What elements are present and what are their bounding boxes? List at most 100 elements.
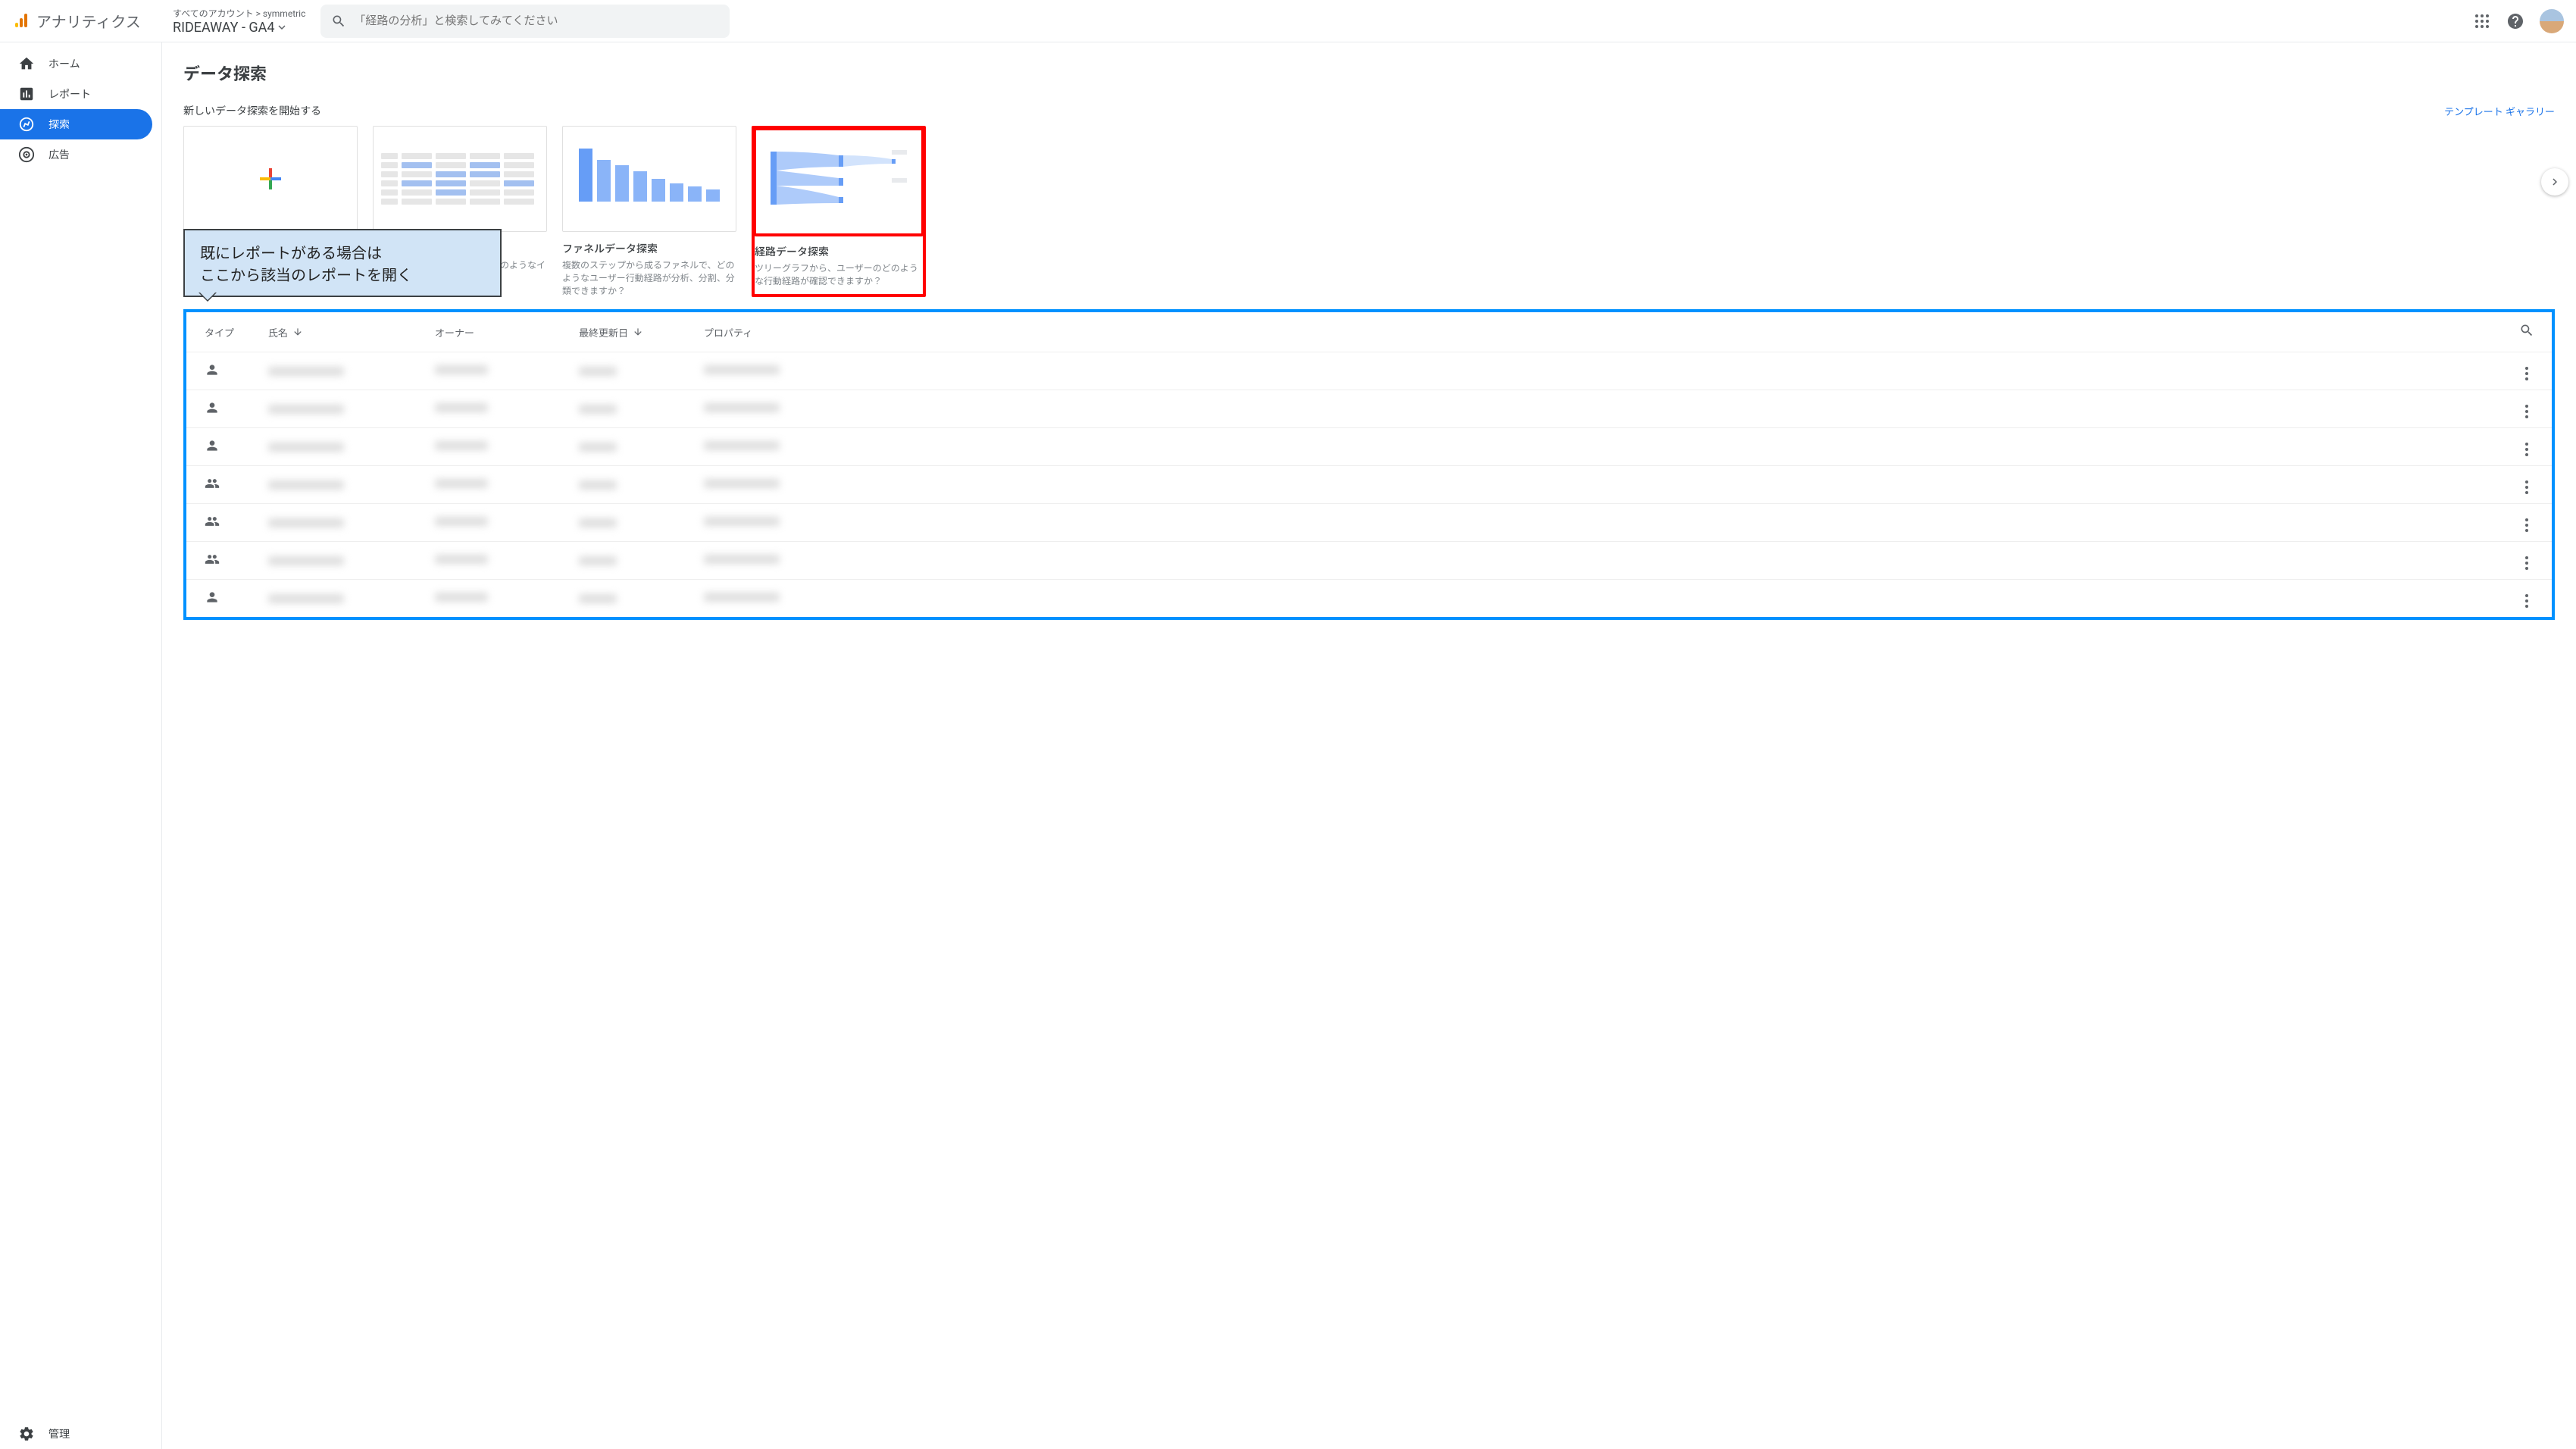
product-name: アナリティクス: [36, 10, 141, 32]
arrow-down-icon: [292, 327, 303, 337]
gear-icon: [18, 1426, 35, 1442]
people-icon: [205, 514, 220, 529]
nav-list: ホームレポート探索広告: [0, 49, 161, 170]
card-funnel[interactable]: ファネルデータ探索 複数のステップから成るファネルで、どのようなユーザー行動経路…: [562, 126, 736, 297]
th-owner: オーナー: [435, 325, 579, 340]
people-icon: [205, 476, 220, 491]
row-menu-button[interactable]: [2508, 513, 2546, 532]
table-row[interactable]: [186, 465, 2552, 503]
nav-admin[interactable]: 管理: [0, 1419, 152, 1449]
main-content: データ探索 新しいデータ探索を開始する テンプレート ギャラリー: [162, 42, 2576, 1449]
person-icon: [205, 400, 220, 415]
reports-icon: [18, 86, 35, 102]
nav-item-reports[interactable]: レポート: [0, 79, 152, 109]
search-bar[interactable]: [320, 5, 730, 38]
row-menu-button[interactable]: [2508, 475, 2546, 494]
cell-type: [192, 362, 268, 380]
person-icon: [205, 590, 220, 605]
table-row[interactable]: [186, 541, 2552, 579]
arrow-down-icon: [633, 327, 643, 337]
row-menu-button[interactable]: [2508, 589, 2546, 608]
home-icon: [18, 55, 35, 72]
cell-name: [268, 518, 435, 527]
cell-updated: [579, 405, 704, 414]
sidebar-footer: 管理: [0, 1419, 161, 1449]
cell-type: [192, 400, 268, 418]
nav-label: レポート: [48, 86, 91, 102]
template-gallery-link[interactable]: テンプレート ギャラリー: [2444, 104, 2555, 118]
app-body: ホームレポート探索広告 管理 データ探索 新しいデータ探索を開始する テンプレー…: [0, 42, 2576, 1449]
sankey-icon: [755, 136, 922, 227]
row-menu-button[interactable]: [2508, 437, 2546, 456]
cell-updated: [579, 518, 704, 527]
th-search[interactable]: [2508, 323, 2546, 341]
chevron-right-icon: [2548, 175, 2562, 189]
callout-line2: ここから該当のレポートを開く: [200, 263, 485, 285]
cell-updated: [579, 443, 704, 452]
cell-owner: [435, 555, 579, 567]
card-path-desc: ツリーグラフから、ユーザーのどのような行動経路が確認できますか？: [755, 262, 923, 288]
nav-admin-label: 管理: [48, 1426, 70, 1441]
cell-type: [192, 476, 268, 494]
more-vert-icon: [2525, 518, 2528, 532]
cell-name: [268, 480, 435, 490]
more-vert-icon: [2525, 367, 2528, 380]
plus-icon: [257, 165, 284, 192]
cell-name: [268, 405, 435, 414]
row-menu-button[interactable]: [2508, 399, 2546, 418]
nav-label: 探索: [48, 117, 70, 132]
chevron-down-icon: [278, 23, 286, 31]
app-header: アナリティクス すべてのアカウント > symmetric RIDEAWAY -…: [0, 0, 2576, 42]
nav-item-home[interactable]: ホーム: [0, 49, 152, 79]
table-row[interactable]: [186, 390, 2552, 427]
cell-owner: [435, 517, 579, 529]
th-updated-text: 最終更新日: [579, 325, 628, 340]
row-menu-button[interactable]: [2508, 551, 2546, 570]
table-row[interactable]: [186, 352, 2552, 390]
cell-type: [192, 438, 268, 456]
user-avatar[interactable]: [2540, 9, 2564, 33]
account-name[interactable]: RIDEAWAY - GA4: [173, 20, 305, 36]
table-body: [186, 352, 2552, 617]
template-cards: 自由形式 カスタムのグラフや表から、どのようなインサイトが得られますか？: [183, 126, 2555, 297]
card-blank-preview: [183, 126, 358, 232]
apps-icon[interactable]: [2473, 12, 2491, 30]
account-breadcrumb: すべてのアカウント > symmetric: [173, 7, 305, 20]
th-name-text: 氏名: [268, 325, 288, 340]
search-icon: [331, 14, 346, 29]
cell-owner: [435, 593, 579, 605]
card-funnel-desc: 複数のステップから成るファネルで、どのようなユーザー行動経路が分析、分割、分類で…: [562, 259, 736, 297]
cell-property: [704, 555, 2508, 567]
th-updated[interactable]: 最終更新日: [579, 325, 704, 340]
table-row[interactable]: [186, 427, 2552, 465]
cell-property: [704, 517, 2508, 529]
account-selector[interactable]: すべてのアカウント > symmetric RIDEAWAY - GA4: [173, 7, 305, 36]
cell-type: [192, 552, 268, 570]
search-input[interactable]: [354, 14, 719, 27]
nav-label: ホーム: [48, 56, 80, 71]
subtitle-row: 新しいデータ探索を開始する テンプレート ギャラリー: [183, 103, 2555, 118]
people-icon: [205, 552, 220, 567]
row-menu-button[interactable]: [2508, 361, 2546, 380]
sidebar: ホームレポート探索広告 管理: [0, 42, 162, 1449]
cell-property: [704, 441, 2508, 453]
cell-owner: [435, 403, 579, 415]
person-icon: [205, 362, 220, 377]
nav-item-ads[interactable]: 広告: [0, 139, 152, 170]
card-path[interactable]: 経路データ探索 ツリーグラフから、ユーザーのどのような行動経路が確認できますか？: [752, 126, 926, 297]
cell-type: [192, 590, 268, 608]
callout-line1: 既にレポートがある場合は: [200, 241, 485, 263]
analytics-logo-icon: [12, 12, 30, 30]
th-type: タイプ: [192, 325, 268, 340]
table-row[interactable]: [186, 579, 2552, 617]
cell-owner: [435, 441, 579, 453]
table-row[interactable]: [186, 503, 2552, 541]
nav-item-explore[interactable]: 探索: [0, 109, 152, 139]
more-vert-icon: [2525, 480, 2528, 494]
cell-updated: [579, 367, 704, 376]
more-vert-icon: [2525, 405, 2528, 418]
scroll-next-button[interactable]: [2541, 168, 2568, 196]
th-name[interactable]: 氏名: [268, 325, 435, 340]
help-icon[interactable]: [2506, 12, 2524, 30]
card-path-preview: [755, 129, 923, 235]
